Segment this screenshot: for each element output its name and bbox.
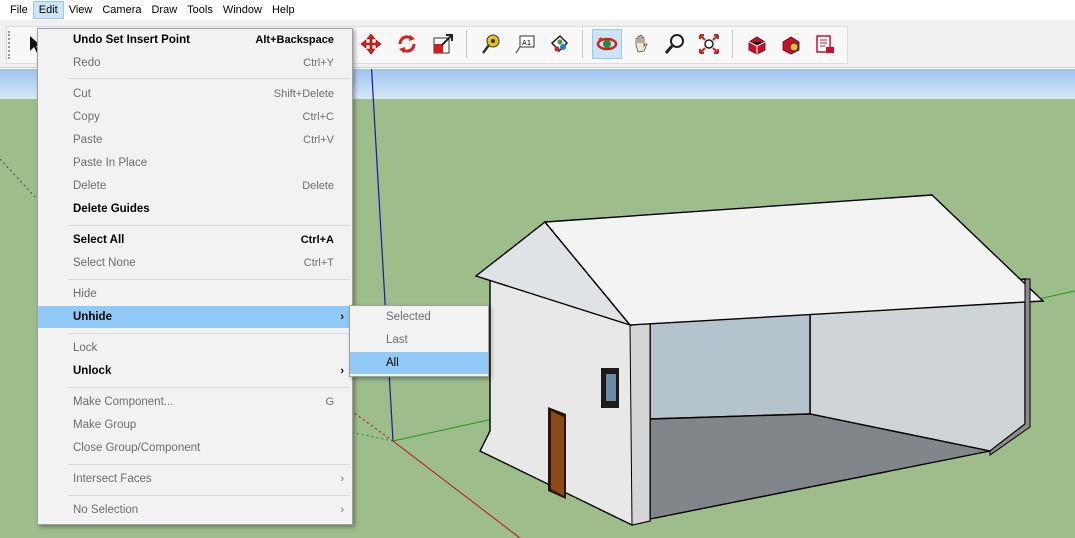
wall-thickness <box>629 322 651 526</box>
submenu-last[interactable]: Last <box>350 329 488 351</box>
orbit-icon[interactable] <box>592 29 622 59</box>
menu-make-component[interactable]: Make Component... G <box>38 391 352 413</box>
menu-close-group[interactable]: Close Group/Component <box>38 437 352 459</box>
menu-help[interactable]: Help <box>267 1 300 19</box>
extension-warehouse-icon[interactable] <box>776 29 806 59</box>
send-to-layout-icon[interactable] <box>810 29 840 59</box>
rotate-icon[interactable] <box>392 29 422 59</box>
menu-delete-guides[interactable]: Delete Guides <box>38 198 352 220</box>
door <box>551 411 564 496</box>
warehouse-icon[interactable] <box>742 29 772 59</box>
text-label-icon[interactable]: A1 <box>510 29 540 59</box>
menu-copy[interactable]: Copy Ctrl+C <box>38 106 352 128</box>
menu-draw[interactable]: Draw <box>146 1 182 19</box>
submenu-all[interactable]: All <box>350 352 488 374</box>
tape-measure-icon[interactable] <box>476 29 506 59</box>
toolbar-grip[interactable] <box>8 31 11 59</box>
menu-lock[interactable]: Lock <box>38 337 352 359</box>
pan-icon[interactable] <box>626 29 656 59</box>
menu-edit[interactable]: Edit <box>32 1 64 19</box>
scale-icon[interactable] <box>428 29 458 59</box>
menu-tools[interactable]: Tools <box>182 1 218 19</box>
menu-make-group[interactable]: Make Group <box>38 414 352 436</box>
menu-unlock[interactable]: Unlock › <box>38 360 352 382</box>
menu-no-selection[interactable]: No Selection › <box>38 499 352 521</box>
submenu-arrow-icon: › <box>340 365 344 377</box>
submenu-arrow-icon: › <box>340 311 344 323</box>
menu-view[interactable]: View <box>64 1 98 19</box>
menu-hide[interactable]: Hide <box>38 283 352 305</box>
menu-delete[interactable]: Delete Delete <box>38 175 352 197</box>
menu-intersect-faces[interactable]: Intersect Faces › <box>38 468 352 490</box>
submenu-arrow-icon: › <box>340 504 344 516</box>
svg-text:A1: A1 <box>522 39 531 47</box>
window-glass <box>606 374 616 401</box>
submenu-arrow-icon: › <box>340 473 344 485</box>
menu-bar: File Edit View Camera Draw Tools Window … <box>0 0 1075 20</box>
menu-window[interactable]: Window <box>218 1 267 19</box>
edit-menu: Undo Set Insert Point Alt+Backspace Redo C… <box>37 28 353 525</box>
menu-file[interactable]: File <box>5 1 33 19</box>
menu-unhide[interactable]: Unhide › <box>38 306 352 328</box>
menu-select-none[interactable]: Select None Ctrl+T <box>38 252 352 274</box>
submenu-selected[interactable]: Selected <box>350 306 488 328</box>
menu-cut[interactable]: Cut Shift+Delete <box>38 83 352 105</box>
zoom-icon[interactable] <box>660 29 690 59</box>
menu-undo[interactable]: Undo Set Insert Point Alt+Backspace <box>38 29 352 51</box>
menu-select-all[interactable]: Select All Ctrl+A <box>38 229 352 251</box>
menu-paste[interactable]: Paste Ctrl+V <box>38 129 352 151</box>
unhide-submenu: Selected Last All <box>349 305 489 377</box>
menu-camera[interactable]: Camera <box>97 1 146 19</box>
zoom-extents-icon[interactable] <box>694 29 724 59</box>
paint-bucket-icon[interactable] <box>544 29 574 59</box>
menu-paste-in-place[interactable]: Paste In Place <box>38 152 352 174</box>
move-icon[interactable] <box>356 29 386 59</box>
menu-redo[interactable]: Redo Ctrl+Y <box>38 52 352 74</box>
